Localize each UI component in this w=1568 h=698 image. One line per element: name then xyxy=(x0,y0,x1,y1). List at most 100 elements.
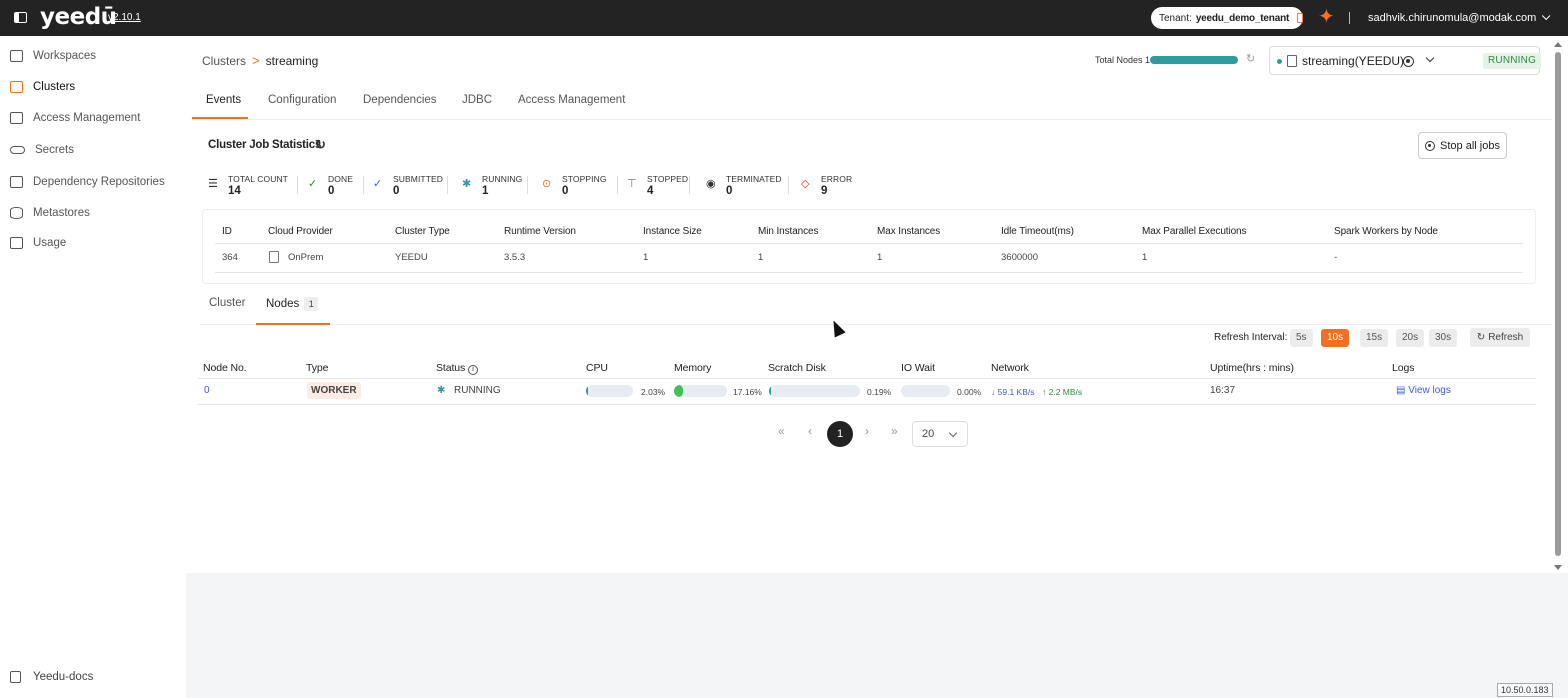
column-header: Spark Workers by Node xyxy=(1334,226,1438,237)
refresh-option-20s[interactable]: 20s xyxy=(1396,329,1425,347)
refresh-button[interactable]: ↻ Refresh xyxy=(1470,328,1530,347)
stat-label: STOPPING xyxy=(562,174,607,184)
column-header: Network xyxy=(991,362,1029,374)
prev-page-button[interactable]: ‹ xyxy=(808,424,812,438)
column-header: Memory xyxy=(674,362,712,374)
scratch-disk-bar-fill xyxy=(769,385,771,397)
running-icon: ✱ xyxy=(462,178,472,190)
user-menu[interactable]: sadhvik.chirunomula@modak.com xyxy=(1368,11,1551,24)
tab-dependencies[interactable]: Dependencies xyxy=(363,94,437,106)
network-download-value: 59.1 KB/s xyxy=(997,387,1035,397)
sidebar-item-docs[interactable]: Yeedu-docs xyxy=(10,671,93,683)
main-content: Clusters > streaming Total Nodes 1 ↻ strea… xyxy=(186,36,1552,573)
sidebar-item-metastores[interactable]: Metastores xyxy=(10,204,90,222)
refresh-option-30s[interactable]: 30s xyxy=(1429,329,1458,347)
scroll-up-icon[interactable] xyxy=(1554,42,1562,47)
refresh-icon: ↻ xyxy=(1476,332,1486,343)
refresh-nodes-icon[interactable]: ↻ xyxy=(1246,52,1255,65)
sidebar-item-clusters[interactable]: Clusters xyxy=(10,78,75,96)
repo-icon xyxy=(10,176,23,188)
sidebar-item-secrets[interactable]: Secrets xyxy=(10,141,74,159)
top-bar: yeedū v2.10.1 Tenant: yeedu_demo_tenant … xyxy=(0,0,1568,36)
refresh-option-5s[interactable]: 5s xyxy=(1290,329,1313,347)
workspace-icon xyxy=(10,50,23,62)
stop-icon xyxy=(1425,140,1436,151)
table-cell: 3600000 xyxy=(1001,252,1038,263)
tab-cluster[interactable]: Cluster xyxy=(209,297,245,309)
database-icon xyxy=(10,207,23,219)
memory-bar-fill xyxy=(674,385,683,397)
view-logs-label: View logs xyxy=(1408,385,1451,396)
column-header: Logs xyxy=(1392,362,1415,374)
cluster-selector[interactable]: streaming(YEEDU) RUNNING xyxy=(1269,46,1542,75)
sidebar: Workspaces Clusters Access Management Se… xyxy=(0,36,186,698)
cluster-name: streaming(YEEDU) xyxy=(1302,54,1405,68)
uptime-value: 16:37 xyxy=(1210,385,1236,396)
tab-nodes[interactable]: Nodes 1 xyxy=(266,297,319,311)
chevron-down-icon[interactable] xyxy=(1425,53,1435,63)
view-logs-link[interactable]: ▤ View logs xyxy=(1396,385,1451,396)
docs-label: Yeedu-docs xyxy=(33,671,94,683)
row-divider xyxy=(215,272,1523,273)
active-tab-indicator xyxy=(192,117,248,119)
sidebar-toggle-icon[interactable] xyxy=(14,12,27,23)
ai-sparkle-icon[interactable]: ✦ xyxy=(1318,6,1335,28)
clusters-icon xyxy=(10,81,23,93)
refresh-option-15s[interactable]: 15s xyxy=(1360,329,1389,347)
scratch-disk-value: 0.19% xyxy=(867,387,892,397)
breadcrumb-clusters[interactable]: Clusters xyxy=(202,54,246,68)
yeedu-logo[interactable]: yeedū xyxy=(40,4,117,30)
io-wait-value: 0.00% xyxy=(957,387,982,397)
table-cell: 3.5.3 xyxy=(504,252,526,263)
current-page-button[interactable]: 1 xyxy=(827,421,853,447)
sidebar-item-usage[interactable]: Usage xyxy=(10,234,66,252)
sidebar-item-label: Dependency Repositories xyxy=(33,176,165,188)
sidebar-item-access-management[interactable]: Access Management xyxy=(10,109,140,127)
tab-configuration[interactable]: Configuration xyxy=(268,94,336,106)
sidebar-item-dependency-repositories[interactable]: Dependency Repositories xyxy=(10,173,165,191)
stopping-icon: ⊙ xyxy=(542,178,552,190)
column-header: CPU xyxy=(586,362,608,374)
table-cell: YEEDU xyxy=(395,252,428,263)
column-header: Uptime(hrs : mins) xyxy=(1210,362,1294,374)
node-number-link[interactable]: 0 xyxy=(204,385,210,396)
next-page-button[interactable]: › xyxy=(865,424,869,438)
stat-divider xyxy=(297,176,298,194)
tenant-label: Tenant: xyxy=(1159,12,1192,24)
tab-jdbc[interactable]: JDBC xyxy=(462,94,492,106)
stat-value: 1 xyxy=(482,185,489,197)
network-upload: ↑ 2.2 MB/s xyxy=(1042,387,1082,397)
column-header: Type xyxy=(306,362,329,374)
column-header: ID xyxy=(222,226,232,237)
stat-divider xyxy=(617,176,618,194)
stop-all-jobs-button[interactable]: Stop all jobs xyxy=(1418,132,1507,159)
node-type-badge: WORKER xyxy=(307,382,361,399)
stopped-icon: ⊤ xyxy=(627,178,637,190)
main-scrollbar[interactable] xyxy=(1552,36,1568,573)
sidebar-item-workspaces[interactable]: Workspaces xyxy=(10,47,96,65)
user-email: sadhvik.chirunomula@modak.com xyxy=(1368,12,1537,24)
scroll-down-icon[interactable] xyxy=(1554,565,1562,570)
refresh-label: Refresh xyxy=(1488,332,1524,343)
external-link-icon[interactable] xyxy=(1297,13,1303,23)
version-link[interactable]: v2.10.1 xyxy=(108,12,141,23)
nodes-count-badge: 1 xyxy=(304,297,319,311)
last-page-button[interactable]: » xyxy=(891,424,898,438)
stat-label: STOPPED xyxy=(647,174,689,184)
stop-cluster-icon[interactable] xyxy=(1403,56,1414,67)
total-nodes-label: Total Nodes 1 xyxy=(1095,55,1151,65)
info-icon[interactable]: i xyxy=(468,365,478,375)
tab-events[interactable]: Events xyxy=(206,94,241,106)
column-header: IO Wait xyxy=(901,362,935,374)
topbar-divider xyxy=(1349,12,1350,24)
refresh-stats-icon[interactable]: ↻ xyxy=(315,137,326,153)
scroll-thumb[interactable] xyxy=(1555,52,1561,556)
stat-value: 9 xyxy=(821,185,828,197)
refresh-option-10s[interactable]: 10s xyxy=(1321,329,1350,347)
page-size-select[interactable]: 20 xyxy=(912,421,968,447)
stat-divider xyxy=(788,176,789,194)
tenant-selector[interactable]: Tenant: yeedu_demo_tenant xyxy=(1151,7,1303,29)
tab-access-management[interactable]: Access Management xyxy=(518,94,625,106)
column-header: Max Instances xyxy=(877,226,941,237)
first-page-button[interactable]: « xyxy=(778,424,785,438)
